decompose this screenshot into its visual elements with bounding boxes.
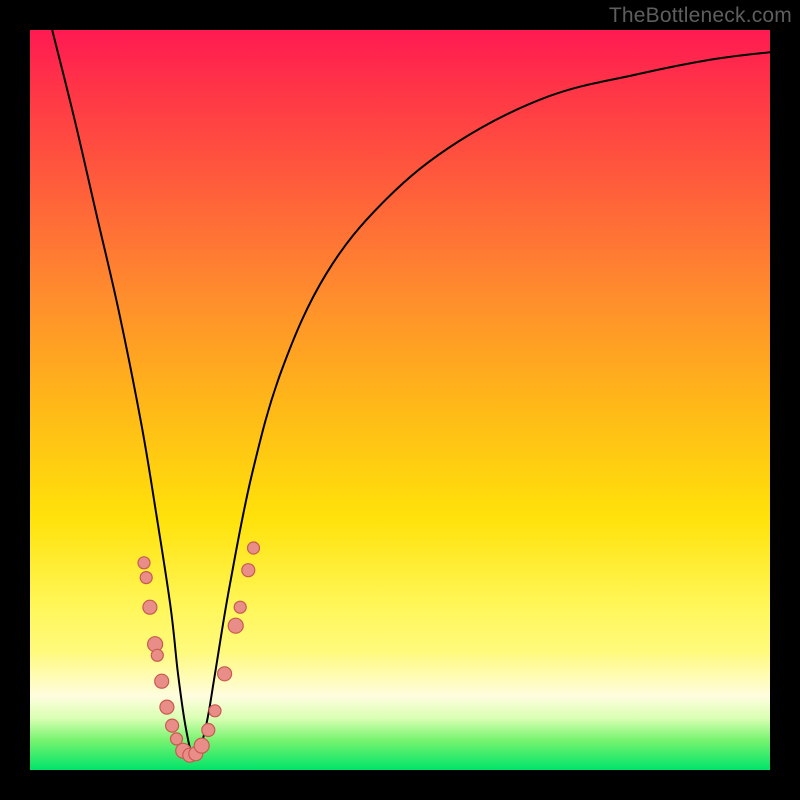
- watermark-label: TheBottleneck.com: [609, 4, 792, 28]
- markers-group: [138, 542, 260, 762]
- data-marker: [166, 719, 179, 732]
- data-marker: [202, 724, 215, 737]
- data-marker: [248, 542, 260, 554]
- data-marker: [194, 738, 209, 753]
- data-marker: [138, 557, 150, 569]
- chart-frame: TheBottleneck.com: [0, 0, 800, 800]
- data-marker: [209, 705, 221, 717]
- data-marker: [160, 700, 174, 714]
- data-marker: [143, 600, 157, 614]
- data-marker: [140, 572, 152, 584]
- data-marker: [151, 649, 163, 661]
- data-marker: [242, 564, 255, 577]
- data-marker: [234, 601, 246, 613]
- data-marker: [155, 674, 169, 688]
- plot-area: [30, 30, 770, 770]
- data-marker: [218, 667, 232, 681]
- chart-svg: [30, 30, 770, 770]
- data-marker: [228, 618, 243, 633]
